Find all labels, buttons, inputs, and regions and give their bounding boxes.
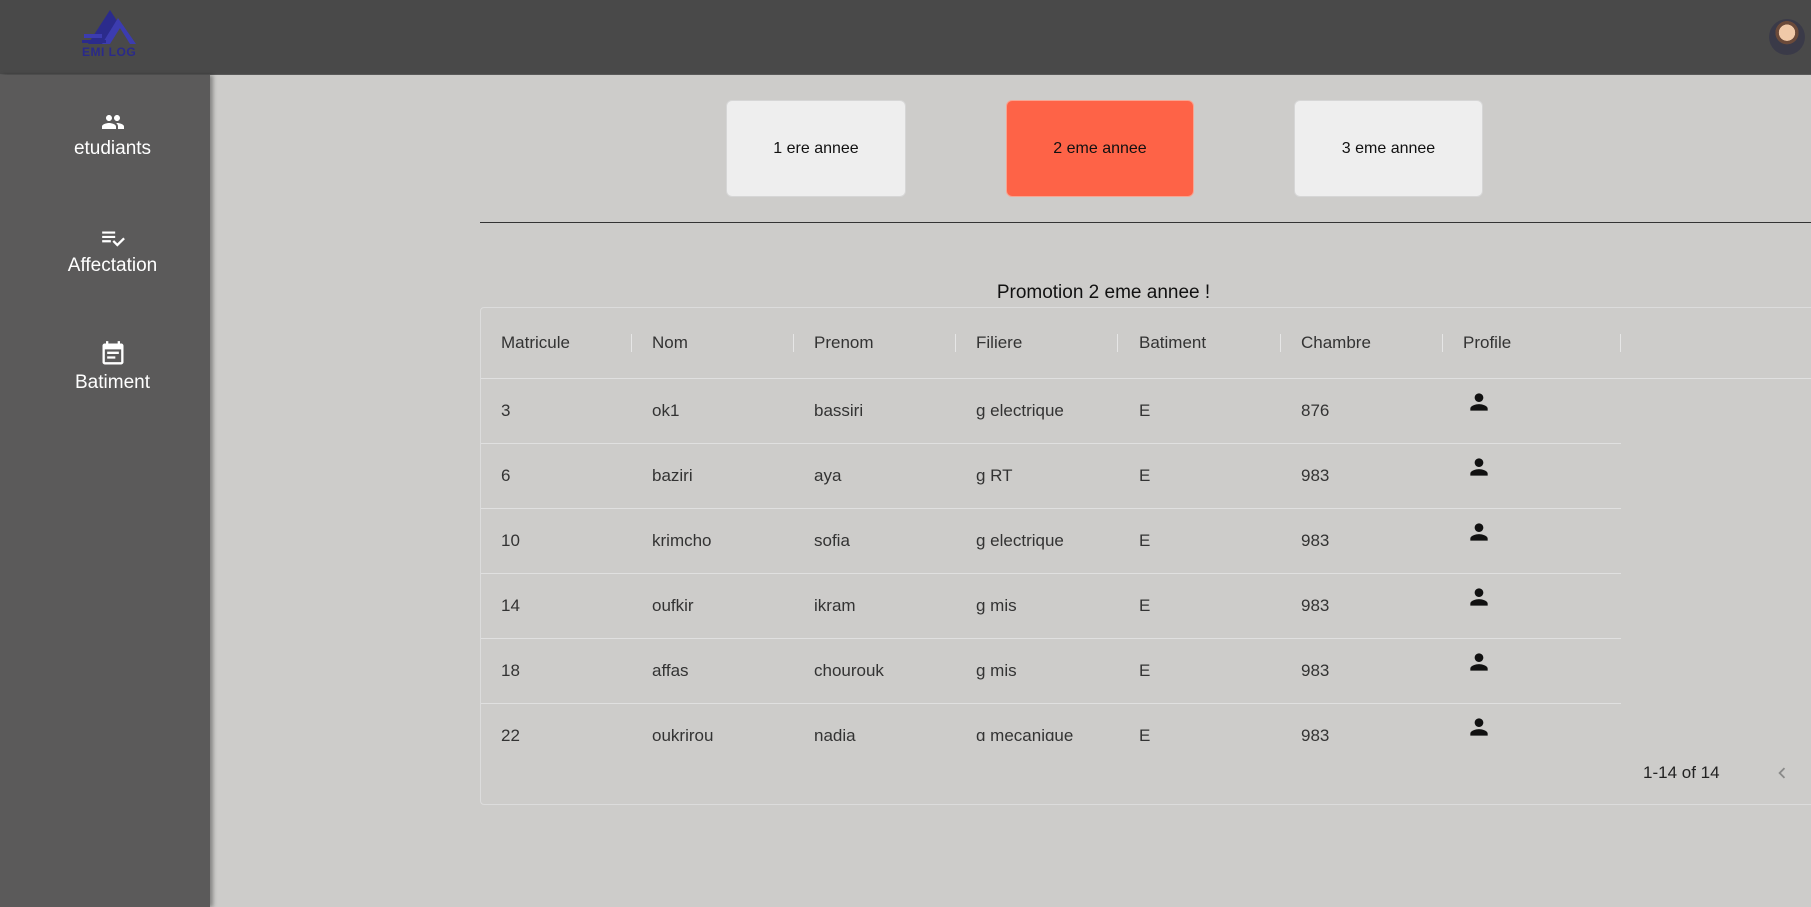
year-1-button[interactable]: 1 ere annee xyxy=(726,100,906,197)
column-header-profile[interactable]: Profile xyxy=(1463,308,1511,378)
cell-batiment: E xyxy=(1139,466,1151,485)
divider xyxy=(480,222,1811,223)
logo-text: EMI LOG xyxy=(82,45,137,59)
cell-batiment: E xyxy=(1139,661,1151,680)
year-3-button[interactable]: 3 eme annee xyxy=(1294,100,1483,197)
cell-filiere: g RT xyxy=(976,466,1013,485)
sidebar-item-label: Affectation xyxy=(67,255,158,276)
cell-matricule: 3 xyxy=(501,401,511,420)
cell-prenom: chourouk xyxy=(814,661,884,680)
person-icon[interactable] xyxy=(1466,584,1492,610)
sidebar: etudiants Affectation Batiment xyxy=(0,75,210,907)
sidebar-item-label: Batiment xyxy=(75,372,150,393)
table-row[interactable]: 6 baziri aya g RT E 983 xyxy=(481,444,1621,509)
cell-filiere: g electrique xyxy=(976,531,1064,550)
cell-chambre: 876 xyxy=(1301,401,1330,420)
column-separator[interactable] xyxy=(1442,334,1443,352)
column-header-batiment[interactable]: Batiment xyxy=(1139,308,1206,378)
person-icon[interactable] xyxy=(1466,454,1492,480)
cell-batiment: E xyxy=(1139,401,1151,420)
cell-chambre: 983 xyxy=(1301,596,1330,615)
person-icon[interactable] xyxy=(1466,649,1492,675)
promotion-title: Promotion 2 eme annee ! xyxy=(996,282,1211,303)
column-separator[interactable] xyxy=(1280,334,1281,352)
cell-filiere: g mis xyxy=(976,661,1017,680)
cell-nom: krimcho xyxy=(652,531,712,550)
table-row[interactable]: 10 krimcho sofia g electrique E 983 xyxy=(481,509,1621,574)
year-button-label: 3 eme annee xyxy=(1341,139,1436,157)
top-bar: EMI LOG xyxy=(0,0,1811,75)
cell-nom: affas xyxy=(652,661,689,680)
column-header-filiere[interactable]: Filiere xyxy=(976,308,1022,378)
calendar-icon xyxy=(102,341,123,365)
table-row[interactable]: 14 oufkir ikram g mis E 983 xyxy=(481,574,1621,639)
cell-batiment: E xyxy=(1139,531,1151,550)
table-row[interactable]: 22 oukrirou nadia g mecanique E 983 xyxy=(481,704,1621,741)
cell-nom: ok1 xyxy=(652,401,680,420)
avatar[interactable] xyxy=(1769,19,1805,55)
cell-matricule: 14 xyxy=(501,596,520,615)
cell-filiere: g mis xyxy=(976,596,1017,615)
students-table: Matricule Nom Prenom Filiere Batiment Ch… xyxy=(480,307,1811,805)
column-header-nom[interactable]: Nom xyxy=(652,308,688,378)
cell-filiere: g electrique xyxy=(976,401,1064,420)
person-icon[interactable] xyxy=(1466,389,1492,415)
people-icon xyxy=(101,115,124,129)
cell-matricule: 22 xyxy=(501,726,520,741)
cell-matricule: 6 xyxy=(501,466,511,485)
column-separator[interactable] xyxy=(955,334,956,352)
table-row[interactable]: 3 ok1 bassiri g electrique E 876 xyxy=(481,379,1621,444)
year-2-button[interactable]: 2 eme annee xyxy=(1006,100,1194,197)
column-header-matricule[interactable]: Matricule xyxy=(501,308,570,378)
cell-chambre: 983 xyxy=(1301,531,1330,550)
cell-filiere: g mecanique xyxy=(976,726,1074,741)
playlist-check-icon xyxy=(101,231,125,247)
cell-matricule: 18 xyxy=(501,661,520,680)
pagination-count: 1-14 of 14 xyxy=(1643,763,1720,782)
cell-batiment: E xyxy=(1139,726,1151,741)
cell-prenom: sofia xyxy=(814,531,850,550)
cell-batiment: E xyxy=(1139,596,1151,615)
cell-matricule: 10 xyxy=(501,531,520,550)
person-icon[interactable] xyxy=(1466,714,1492,740)
table-header: Matricule Nom Prenom Filiere Batiment Ch… xyxy=(481,308,1811,379)
cell-chambre: 983 xyxy=(1301,661,1330,680)
sidebar-item-affectation[interactable]: Affectation xyxy=(0,225,225,277)
table-row[interactable]: 18 affas chourouk g mis E 983 xyxy=(481,639,1621,704)
cell-nom: baziri xyxy=(652,466,693,485)
cell-prenom: aya xyxy=(814,466,842,485)
person-icon[interactable] xyxy=(1466,519,1492,545)
column-separator[interactable] xyxy=(1620,334,1621,352)
sidebar-item-batiment[interactable]: Batiment xyxy=(0,340,225,394)
column-separator[interactable] xyxy=(1117,334,1118,352)
cell-chambre: 983 xyxy=(1301,466,1330,485)
sidebar-item-label: etudiants xyxy=(73,138,152,159)
column-header-chambre[interactable]: Chambre xyxy=(1301,308,1371,378)
column-separator[interactable] xyxy=(631,334,632,352)
column-separator[interactable] xyxy=(793,334,794,352)
cell-prenom: nadia xyxy=(814,726,856,741)
sidebar-item-etudiants[interactable]: etudiants xyxy=(0,110,225,160)
year-button-label: 1 ere annee xyxy=(773,139,859,157)
cell-nom: oukrirou xyxy=(652,726,714,741)
cell-nom: oufkir xyxy=(652,596,694,615)
column-header-prenom[interactable]: Prenom xyxy=(814,308,874,378)
table-body: 3 ok1 bassiri g electrique E 876 6 bazir… xyxy=(481,379,1621,741)
cell-chambre: 983 xyxy=(1301,726,1330,741)
year-button-label: 2 eme annee xyxy=(1053,139,1147,157)
chevron-left-icon[interactable] xyxy=(1771,762,1793,784)
cell-prenom: ikram xyxy=(814,596,856,615)
cell-prenom: bassiri xyxy=(814,401,864,420)
